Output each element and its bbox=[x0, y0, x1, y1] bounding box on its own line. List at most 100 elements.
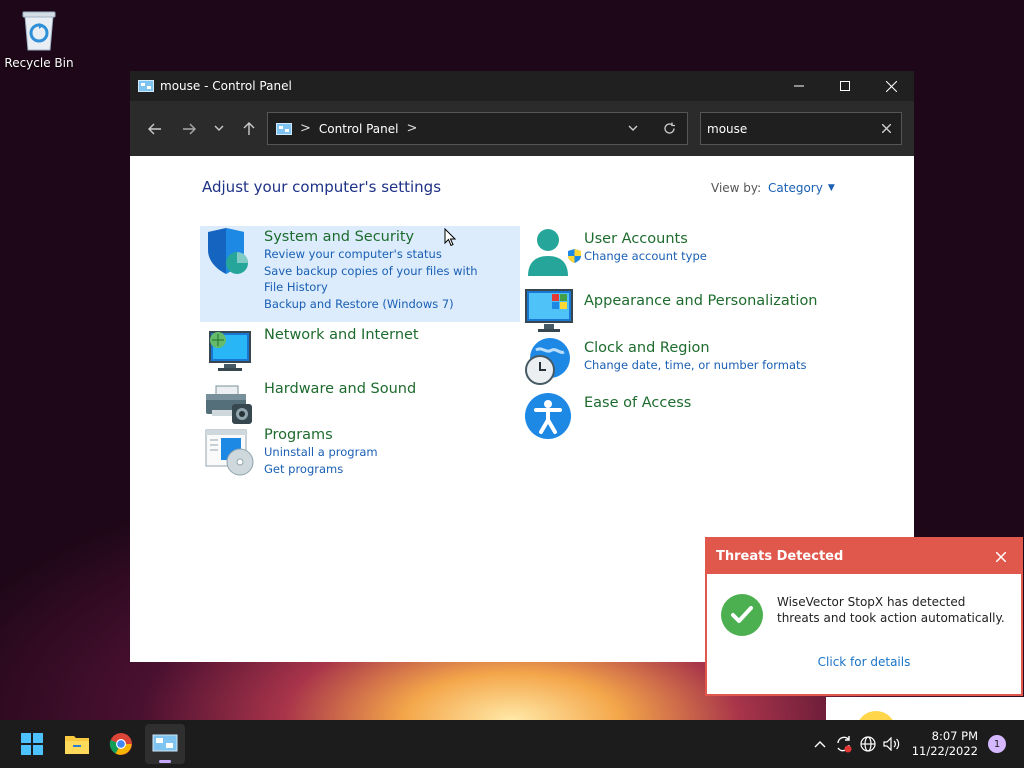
page-title: Adjust your computer's settings bbox=[202, 178, 442, 196]
address-bar[interactable]: > Control Panel > bbox=[267, 112, 688, 145]
category-title[interactable]: Programs bbox=[264, 426, 378, 444]
chevron-up-icon bbox=[814, 741, 826, 748]
category-hardware-and-sound[interactable]: Hardware and Sound bbox=[204, 380, 416, 432]
refresh-icon bbox=[663, 122, 675, 134]
volume-button[interactable] bbox=[880, 737, 904, 751]
notification-header: Threats Detected bbox=[707, 539, 1021, 574]
control-panel-icon bbox=[276, 122, 292, 135]
refresh-button[interactable] bbox=[651, 113, 687, 144]
forward-arrow-icon bbox=[183, 123, 196, 134]
title-bar[interactable]: mouse - Control Panel bbox=[130, 71, 914, 101]
close-button[interactable] bbox=[868, 71, 914, 101]
start-icon bbox=[21, 733, 43, 755]
close-icon bbox=[885, 80, 897, 92]
printer-icon bbox=[204, 380, 256, 432]
forward-button[interactable] bbox=[172, 112, 206, 146]
category-clock-and-region[interactable]: Clock and Region Change date, time, or n… bbox=[524, 336, 807, 388]
recycle-bin-shortcut[interactable]: Recycle Bin bbox=[4, 8, 74, 70]
search-box[interactable] bbox=[700, 112, 902, 145]
review-status-link[interactable]: Review your computer's status bbox=[264, 246, 494, 263]
sync-icon bbox=[837, 736, 852, 753]
file-explorer-button[interactable] bbox=[57, 724, 97, 764]
taskbar-clock[interactable]: 8:07 PM 11/22/2022 bbox=[912, 729, 978, 759]
close-icon bbox=[996, 551, 1006, 562]
background-window-peek bbox=[826, 697, 1024, 731]
category-user-accounts[interactable]: User Accounts Change account type bbox=[524, 228, 707, 280]
mouse-cursor-icon bbox=[444, 228, 456, 247]
recycle-bin-icon bbox=[20, 8, 58, 52]
category-title[interactable]: Hardware and Sound bbox=[264, 380, 416, 398]
uninstall-program-link[interactable]: Uninstall a program bbox=[264, 444, 378, 461]
category-ease-of-access[interactable]: Ease of Access bbox=[524, 392, 691, 444]
dropdown-arrow-icon: ▼ bbox=[827, 183, 835, 193]
control-panel-icon bbox=[138, 80, 154, 92]
address-history-button[interactable] bbox=[615, 113, 651, 144]
category-title[interactable]: Appearance and Personalization bbox=[584, 292, 818, 310]
change-account-type-link[interactable]: Change account type bbox=[568, 248, 707, 265]
chrome-button[interactable] bbox=[101, 724, 141, 764]
uac-shield-icon bbox=[568, 249, 581, 264]
clear-search-button[interactable] bbox=[871, 124, 901, 133]
change-formats-link[interactable]: Change date, time, or number formats bbox=[584, 357, 807, 374]
file-history-link[interactable]: Save backup copies of your files with Fi… bbox=[264, 263, 494, 296]
control-panel-taskbar-button[interactable] bbox=[145, 724, 185, 764]
control-panel-icon bbox=[152, 734, 178, 752]
breadcrumb-control-panel[interactable]: Control Panel bbox=[319, 122, 399, 136]
show-hidden-icons-button[interactable] bbox=[808, 740, 832, 748]
category-title[interactable]: System and Security bbox=[264, 228, 494, 246]
view-by-dropdown[interactable]: Category ▼ bbox=[768, 181, 835, 195]
close-icon bbox=[881, 124, 891, 133]
recycle-bin-label: Recycle Bin bbox=[4, 56, 74, 70]
maximize-icon bbox=[840, 81, 850, 91]
view-by-label: View by: bbox=[711, 181, 762, 195]
breadcrumb-separator[interactable]: > bbox=[300, 121, 311, 136]
category-system-and-security[interactable]: System and Security Review your computer… bbox=[200, 226, 520, 322]
category-title[interactable]: Network and Internet bbox=[264, 326, 419, 344]
checkmark-icon bbox=[721, 594, 763, 636]
minimize-button[interactable] bbox=[776, 71, 822, 101]
breadcrumb-separator[interactable]: > bbox=[406, 121, 417, 136]
notification-message: WiseVector StopX has detected threats an… bbox=[777, 595, 1005, 625]
programs-icon bbox=[204, 426, 256, 478]
backup-restore-link[interactable]: Backup and Restore (Windows 7) bbox=[264, 296, 494, 313]
start-button[interactable] bbox=[12, 724, 52, 764]
notification-badge[interactable]: 1 bbox=[988, 735, 1006, 753]
threat-notification[interactable]: Threats Detected WiseVector StopX has de… bbox=[705, 537, 1023, 696]
category-network-and-internet[interactable]: Network and Internet bbox=[204, 326, 419, 378]
category-programs[interactable]: Programs Uninstall a program Get program… bbox=[204, 426, 378, 478]
category-title[interactable]: Ease of Access bbox=[584, 394, 691, 412]
click-for-details-link[interactable]: Click for details bbox=[707, 655, 1021, 669]
taskbar: 8:07 PM 11/22/2022 1 bbox=[0, 720, 1024, 768]
file-explorer-icon bbox=[65, 736, 89, 754]
category-title[interactable]: User Accounts bbox=[584, 230, 707, 248]
appearance-monitor-icon bbox=[524, 288, 576, 340]
clock-time: 8:07 PM bbox=[931, 729, 978, 743]
category-title[interactable]: Clock and Region bbox=[584, 339, 807, 357]
up-button[interactable] bbox=[232, 112, 266, 146]
maximize-button[interactable] bbox=[822, 71, 868, 101]
shield-icon bbox=[204, 228, 256, 280]
network-button[interactable] bbox=[856, 736, 880, 752]
search-input[interactable] bbox=[701, 113, 871, 144]
clock-date: 11/22/2022 bbox=[911, 744, 978, 758]
view-by-value: Category bbox=[768, 181, 823, 195]
back-arrow-icon bbox=[148, 123, 161, 134]
window-title: mouse - Control Panel bbox=[160, 79, 292, 93]
back-button[interactable] bbox=[138, 112, 172, 146]
network-monitor-icon bbox=[204, 326, 256, 378]
system-tray: 8:07 PM 11/22/2022 1 bbox=[808, 720, 1024, 768]
sync-status-button[interactable] bbox=[832, 735, 856, 753]
chevron-down-icon bbox=[628, 125, 638, 131]
notification-title: Threats Detected bbox=[716, 549, 844, 564]
clock-globe-icon bbox=[524, 336, 576, 388]
category-appearance-and-personalization[interactable]: Appearance and Personalization bbox=[524, 288, 818, 340]
speaker-icon bbox=[883, 737, 899, 751]
accessibility-icon bbox=[524, 392, 576, 444]
get-programs-link[interactable]: Get programs bbox=[264, 461, 378, 478]
minimize-icon bbox=[794, 85, 804, 87]
notification-close-button[interactable] bbox=[981, 539, 1021, 574]
recent-locations-button[interactable] bbox=[206, 112, 232, 146]
chrome-icon bbox=[109, 733, 132, 755]
chevron-down-icon bbox=[214, 125, 224, 131]
up-arrow-icon bbox=[243, 121, 255, 135]
